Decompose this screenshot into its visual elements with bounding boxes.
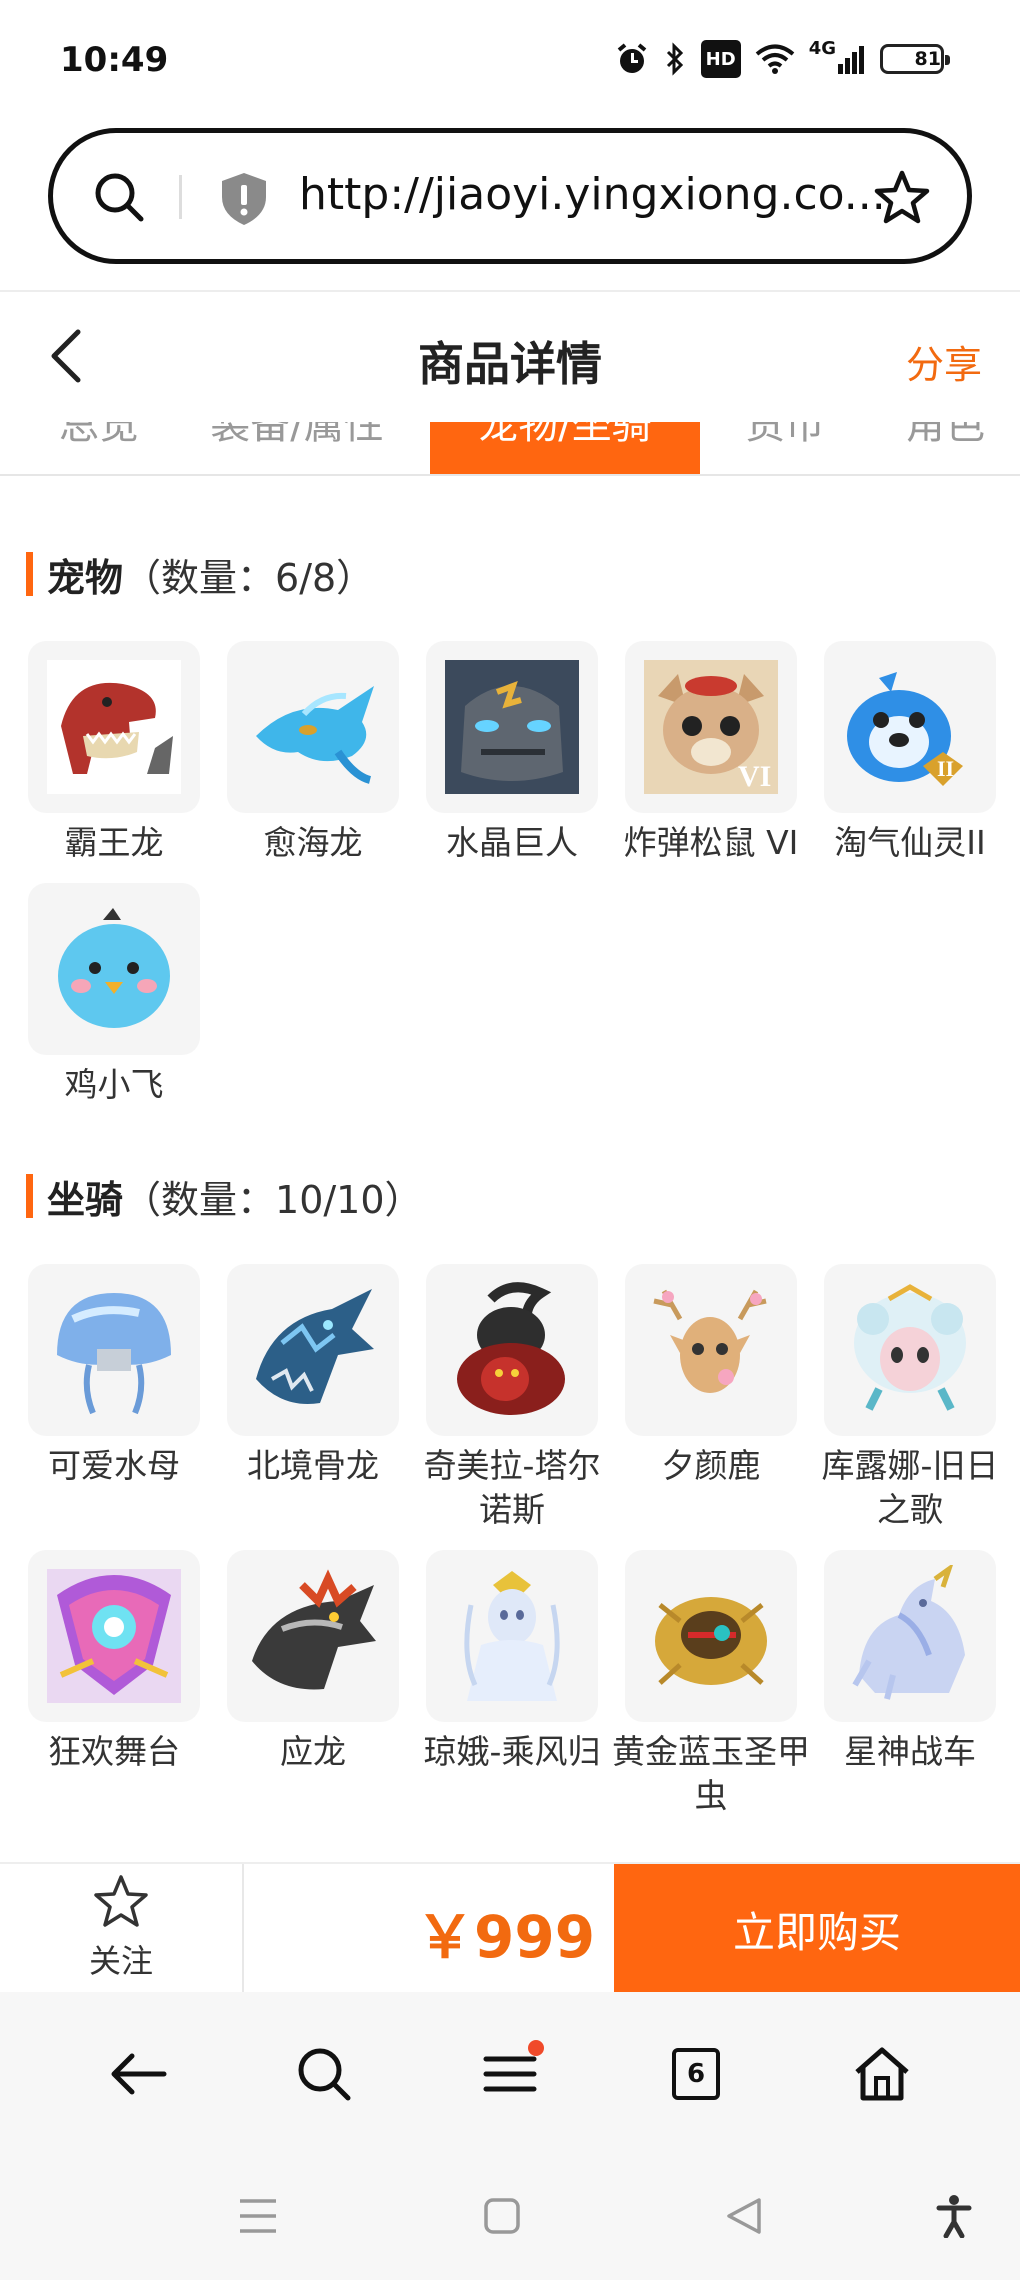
jellyfish-icon (28, 1264, 200, 1436)
pet-item-name: 水晶巨人 (446, 823, 578, 862)
pets-section-title: 宠物 （数量：6/8） (26, 552, 374, 600)
mounts-section-count: （数量：10/10） (123, 1177, 423, 1222)
pets-section-name: 宠物 (47, 555, 124, 600)
carnival-stage-icon (28, 1550, 200, 1722)
mount-item-name: 星神战车 (844, 1732, 976, 1771)
bookmark-star-icon[interactable] (873, 169, 931, 229)
bone-dragon-icon (227, 1264, 399, 1436)
kuluna-icon (824, 1264, 996, 1436)
mount-item-kuluna[interactable]: 库露娜-旧日之歌 (822, 1264, 998, 1532)
pet-item-tyrannosaurus[interactable]: 霸王龙 (28, 641, 200, 865)
network-type: 4G (808, 38, 836, 59)
pet-item-name: 淘气仙灵II (834, 823, 986, 862)
pet-item-sea-dragon[interactable]: 愈海龙 (227, 641, 399, 865)
system-navigation-bar (0, 2156, 1020, 2280)
mounts-section-name: 坐骑 (47, 1177, 124, 1222)
url-text[interactable]: http://jiaoyi.yingxiong.co... (299, 169, 889, 220)
alarm-icon (615, 40, 649, 78)
wifi-icon (755, 40, 795, 78)
mount-item-name: 夕颜鹿 (661, 1446, 761, 1485)
chimera-icon (426, 1264, 598, 1436)
share-button[interactable]: 分享 (906, 334, 982, 389)
back-triangle-icon[interactable] (716, 2188, 772, 2244)
svg-text:II: II (937, 756, 954, 781)
home-icon[interactable] (846, 2038, 918, 2110)
mount-item-name: 黄金蓝玉圣甲虫 (612, 1732, 810, 1815)
shield-icon[interactable] (219, 171, 269, 231)
browser-toolbar: 6 (0, 1992, 1020, 2156)
tab-count: 6 (672, 2048, 720, 2100)
pet-item-name: 霸王龙 (64, 823, 164, 862)
follow-label: 关注 (88, 1942, 153, 1980)
follow-button[interactable]: 关注 (0, 1864, 244, 1992)
mount-item-name: 可爱水母 (48, 1446, 180, 1485)
pet-item-name: 鸡小飞 (64, 1065, 164, 1104)
golden-scarab-icon (625, 1550, 797, 1722)
pet-item-crystal-giant[interactable]: 水晶巨人 (426, 641, 598, 865)
mount-item-deer[interactable]: 夕颜鹿 (625, 1264, 797, 1488)
mount-item-name: 库露娜-旧日之歌 (821, 1446, 999, 1529)
star-icon (92, 1874, 150, 1932)
mount-item-star-chariot[interactable]: 星神战车 (824, 1550, 996, 1774)
mount-item-name: 奇美拉-塔尔诺斯 (423, 1446, 601, 1529)
tabs-button[interactable]: 6 (660, 2038, 732, 2110)
cellular-signal-icon: 4G (809, 40, 866, 78)
page-header: 商品详情 分享 (0, 292, 1020, 422)
mount-item-qiong-e[interactable]: 琼娥-乘风归 (424, 1550, 600, 1774)
bomb-squirrel-icon: VI (625, 641, 797, 813)
qiong-e-icon (426, 1550, 598, 1722)
accessibility-icon[interactable] (926, 2188, 982, 2244)
pet-item-bomb-squirrel[interactable]: VI 炸弹松鼠 VI (624, 641, 798, 865)
price: ￥999 (416, 1903, 596, 1971)
yinglong-icon (227, 1550, 399, 1722)
buy-now-button[interactable]: 立即购买 (614, 1864, 1020, 1994)
mount-item-bone-dragon[interactable]: 北境骨龙 (227, 1264, 399, 1488)
sea-dragon-icon (227, 641, 399, 813)
star-chariot-icon (824, 1550, 996, 1722)
status-time: 10:49 (60, 40, 169, 80)
fairy-icon: II (824, 641, 996, 813)
search-icon[interactable] (91, 169, 147, 229)
svg-text:VI: VI (738, 760, 771, 793)
tyrannosaurus-icon (28, 641, 200, 813)
recent-apps-icon[interactable] (230, 2188, 286, 2244)
pet-item-name: 愈海龙 (263, 823, 363, 862)
address-divider (179, 175, 182, 219)
menu-icon[interactable] (474, 2038, 546, 2110)
mount-item-carnival-stage[interactable]: 狂欢舞台 (28, 1550, 200, 1774)
status-icons: HD 4G 81 (615, 40, 950, 78)
section-accent-bar (26, 1174, 33, 1218)
mount-item-jellyfish[interactable]: 可爱水母 (28, 1264, 200, 1488)
mount-item-name: 应龙 (280, 1732, 346, 1771)
pet-item-chick[interactable]: 鸡小飞 (28, 883, 200, 1107)
mounts-section-title: 坐骑 （数量：10/10） (26, 1174, 423, 1222)
mount-item-yinglong[interactable]: 应龙 (227, 1550, 399, 1774)
search-icon[interactable] (288, 2038, 360, 2110)
address-bar[interactable]: http://jiaoyi.yingxiong.co... (48, 128, 972, 264)
buy-bar: 关注 ￥999 立即购买 (0, 1862, 1020, 1994)
chick-icon (28, 883, 200, 1055)
section-accent-bar (26, 552, 33, 596)
mount-item-name: 北境骨龙 (247, 1446, 379, 1485)
hd-badge: HD (700, 40, 741, 78)
notification-dot (528, 2040, 544, 2056)
mount-item-golden-scarab[interactable]: 黄金蓝玉圣甲虫 (612, 1550, 810, 1818)
back-arrow-icon[interactable] (102, 2038, 174, 2110)
bluetooth-icon (663, 40, 687, 78)
mount-item-name: 琼娥-乘风归 (423, 1732, 601, 1771)
battery-level: 81 (914, 48, 941, 70)
status-bar: 10:49 HD 4G 81 (0, 0, 1020, 120)
crystal-giant-icon (426, 641, 598, 813)
mount-item-name: 狂欢舞台 (48, 1732, 180, 1771)
battery-indicator: 81 (880, 44, 950, 74)
mount-item-chimera[interactable]: 奇美拉-塔尔诺斯 (424, 1264, 600, 1532)
page-title: 商品详情 (418, 337, 602, 391)
deer-icon (625, 1264, 797, 1436)
home-square-icon[interactable] (474, 2188, 530, 2244)
pets-section-count: （数量：6/8） (123, 555, 375, 600)
pet-item-name: 炸弹松鼠 VI (623, 823, 799, 862)
pet-item-fairy[interactable]: II 淘气仙灵II (824, 641, 996, 865)
